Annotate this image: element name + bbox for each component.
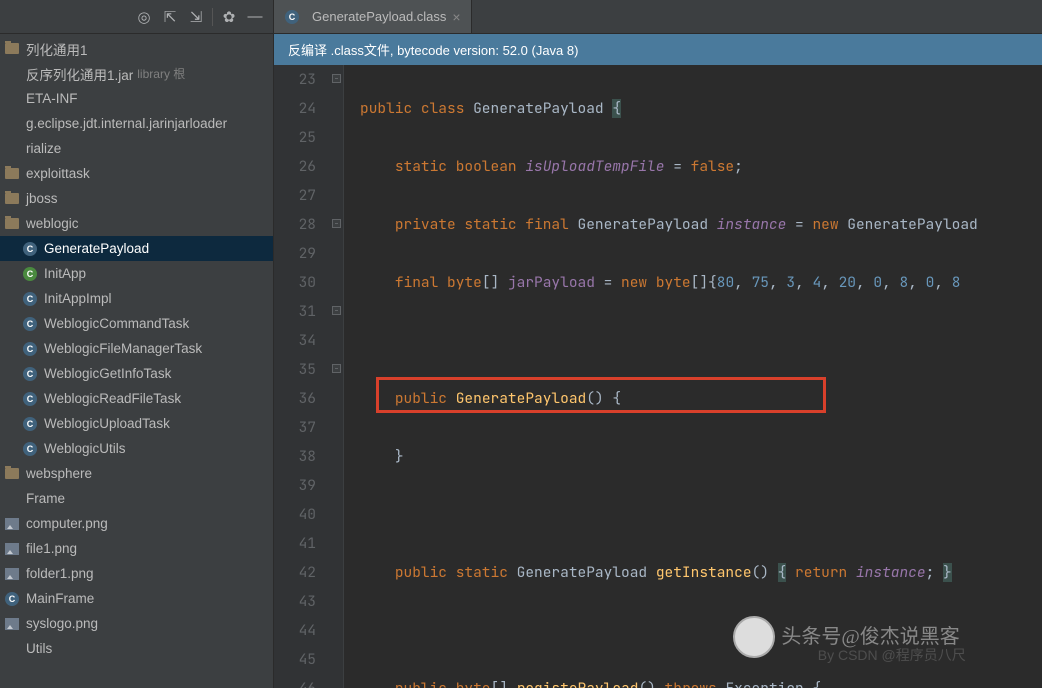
collapse-all-icon[interactable]: ⇲ bbox=[184, 5, 208, 29]
editor-tabs: C GeneratePayload.class × bbox=[274, 0, 1042, 34]
tree-item[interactable]: CGeneratePayload bbox=[0, 236, 273, 261]
tree-item[interactable]: CWeblogicCommandTask bbox=[0, 311, 273, 336]
tree-item[interactable]: CInitApp bbox=[0, 261, 273, 286]
tree-item[interactable]: CWeblogicUploadTask bbox=[0, 411, 273, 436]
tree-item[interactable]: exploittask bbox=[0, 161, 273, 186]
project-tree-panel: ◎ ⇱ ⇲ ✿ — 列化通用1反序列化通用1.jarlibrary 根ETA-I… bbox=[0, 0, 274, 688]
tab-label: GeneratePayload.class bbox=[312, 9, 446, 24]
fold-gutter bbox=[330, 65, 344, 688]
line-gutter: 2324252627282930313435363738394041424344… bbox=[274, 65, 330, 688]
watermark-sub: By CSDN @程序员八尺 bbox=[818, 641, 966, 670]
tree-item[interactable]: computer.png bbox=[0, 511, 273, 536]
tree-item[interactable]: 列化通用1 bbox=[0, 36, 273, 61]
tree-toolbar: ◎ ⇱ ⇲ ✿ — bbox=[0, 0, 273, 34]
project-tree[interactable]: 列化通用1反序列化通用1.jarlibrary 根ETA-INFg.eclips… bbox=[0, 34, 273, 688]
tree-item[interactable]: CMainFrame bbox=[0, 586, 273, 611]
tree-item[interactable]: CWeblogicReadFileTask bbox=[0, 386, 273, 411]
editor-area: C GeneratePayload.class × 反编译 .class文件, … bbox=[274, 0, 1042, 688]
expand-all-icon[interactable]: ⇱ bbox=[158, 5, 182, 29]
tree-item[interactable]: CWeblogicUtils bbox=[0, 436, 273, 461]
close-icon[interactable]: × bbox=[452, 9, 460, 25]
tree-item[interactable]: syslogo.png bbox=[0, 611, 273, 636]
tab-generatepayload[interactable]: C GeneratePayload.class × bbox=[274, 0, 472, 33]
code-content[interactable]: public class GeneratePayload { static bo… bbox=[344, 65, 978, 688]
tree-item[interactable]: jboss bbox=[0, 186, 273, 211]
decompile-info-bar: 反编译 .class文件, bytecode version: 52.0 (Ja… bbox=[274, 34, 1042, 65]
tree-item[interactable]: CWeblogicFileManagerTask bbox=[0, 336, 273, 361]
tree-item[interactable]: CWeblogicGetInfoTask bbox=[0, 361, 273, 386]
tree-item[interactable]: folder1.png bbox=[0, 561, 273, 586]
tree-item[interactable]: ETA-INF bbox=[0, 86, 273, 111]
tree-section[interactable]: Frame bbox=[0, 486, 273, 511]
tree-item[interactable]: rialize bbox=[0, 136, 273, 161]
tree-section[interactable]: Utils bbox=[0, 636, 273, 661]
tree-item[interactable]: CInitAppImpl bbox=[0, 286, 273, 311]
code-editor[interactable]: 2324252627282930313435363738394041424344… bbox=[274, 65, 1042, 688]
minimize-icon[interactable]: — bbox=[243, 5, 267, 29]
tree-item[interactable]: file1.png bbox=[0, 536, 273, 561]
gear-icon[interactable]: ✿ bbox=[217, 5, 241, 29]
tree-item[interactable]: 反序列化通用1.jarlibrary 根 bbox=[0, 61, 273, 86]
locate-icon[interactable]: ◎ bbox=[132, 5, 156, 29]
tree-item[interactable]: weblogic bbox=[0, 211, 273, 236]
tree-item[interactable]: websphere bbox=[0, 461, 273, 486]
tree-item[interactable]: g.eclipse.jdt.internal.jarinjarloader bbox=[0, 111, 273, 136]
